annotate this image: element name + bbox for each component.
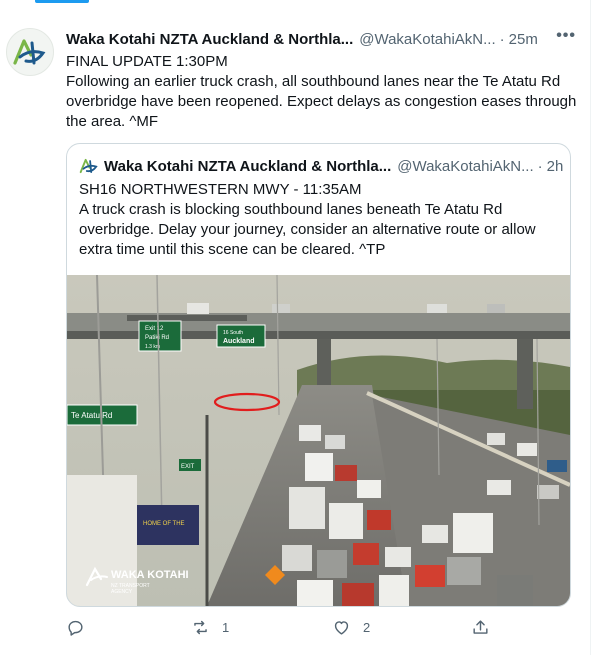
quoted-timestamp[interactable]: 2h [547, 158, 564, 175]
quoted-line-title: SH16 NORTHWESTERN MWY - 11:35AM [79, 181, 362, 198]
waka-kotahi-logo-icon [13, 39, 46, 65]
avatar[interactable] [6, 28, 54, 76]
sign-left-text: Patiki Rd [145, 335, 169, 341]
sign-right-text: Auckland [223, 338, 255, 345]
tweet[interactable]: Waka Kotahi NZTA Auckland & Northla... @… [0, 0, 590, 655]
watermark-sub2: AGENCY [111, 589, 133, 595]
sign-te-atatu: Te Atatu Rd [71, 411, 112, 420]
quoted-author-handle[interactable]: @WakaKotahiAkN... [397, 158, 533, 175]
separator: · [537, 157, 543, 175]
retweet-button[interactable]: 1 [191, 618, 229, 637]
waka-kotahi-logo-icon [79, 158, 98, 174]
watermark-brand: WAKA KOTAHI [111, 569, 189, 581]
separator: · [499, 30, 505, 48]
store-sign-text: HOME OF THE [143, 521, 185, 527]
timestamp[interactable]: 25m [509, 31, 538, 48]
bridge-pier [517, 339, 533, 409]
share-button[interactable] [471, 618, 502, 637]
share-icon [473, 620, 488, 634]
tweet-line-title: FINAL UPDATE 1:30PM [66, 53, 228, 70]
reply-icon [68, 620, 83, 636]
author-name[interactable]: Waka Kotahi NZTA Auckland & Northla... [66, 31, 353, 48]
retweet-icon [194, 620, 207, 635]
traffic-camera-photo[interactable]: Exit 12 Patiki Rd 1.3 km 16 South Auckla… [67, 275, 570, 606]
reply-button[interactable] [66, 618, 97, 637]
retweet-count: 1 [222, 620, 230, 635]
like-button[interactable]: 2 [332, 618, 370, 637]
more-icon[interactable]: ••• [556, 27, 576, 45]
tweet-actions: 1 2 [66, 618, 496, 642]
exit-sign-label: EXIT [181, 464, 195, 470]
tweet-header: Waka Kotahi NZTA Auckland & Northla... @… [66, 27, 576, 49]
tweet-line-body: Following an earlier truck crash, all so… [66, 73, 577, 130]
like-icon [334, 621, 349, 635]
timeline-border [590, 0, 591, 655]
quoted-author-name[interactable]: Waka Kotahi NZTA Auckland & Northla... [104, 158, 391, 175]
like-count: 2 [363, 620, 371, 635]
quoted-tweet-text: SH16 NORTHWESTERN MWY - 11:35AM A truck … [79, 180, 559, 260]
quoted-tweet[interactable]: Waka Kotahi NZTA Auckland & Northla... @… [66, 143, 571, 607]
sign-exit-number: Exit 12 [145, 326, 164, 332]
author-handle[interactable]: @WakaKotahiAkN... [359, 31, 495, 48]
tweet-text: FINAL UPDATE 1:30PM Following an earlier… [66, 52, 578, 132]
sign-right-route: 16 South [223, 330, 243, 336]
quoted-tweet-header: Waka Kotahi NZTA Auckland & Northla... @… [79, 156, 563, 176]
quoted-line-body: A truck crash is blocking southbound lan… [79, 201, 536, 258]
